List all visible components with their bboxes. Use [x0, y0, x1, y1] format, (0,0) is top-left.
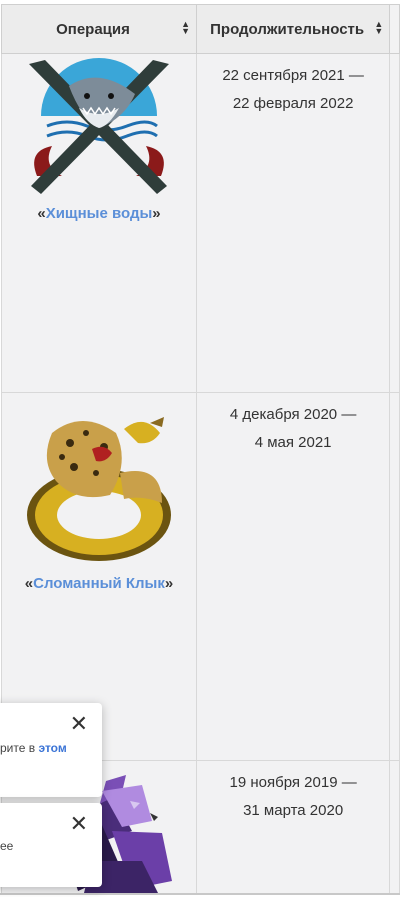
toast-text: ее [0, 839, 14, 853]
extra-cell [389, 392, 400, 761]
toast-message: рите в этом [0, 741, 67, 755]
table-row: «Хищные воды» 22 сентября 2021 — 22 февр… [1, 53, 400, 393]
header-operation-label: Операция [56, 20, 130, 38]
duration-end: 22 февраля 2022 [232, 95, 354, 112]
close-icon[interactable]: ✕ [70, 713, 88, 735]
duration-text: 19 ноября 2019 — 31 марта 2020 [197, 761, 389, 825]
duration-cell: 19 ноября 2019 — 31 марта 2020 [195, 760, 391, 893]
notification-toast[interactable]: ✕ рите в этом [0, 703, 102, 797]
notification-toast[interactable]: ✕ ее [0, 803, 102, 887]
duration-start: 22 сентября 2021 — [222, 67, 364, 84]
duration-start: 4 декабря 2020 — [229, 406, 357, 423]
shark-crossed-knives-emblem-icon [29, 58, 169, 194]
close-icon[interactable]: ✕ [70, 813, 88, 835]
header-duration-label: Продолжительность [210, 20, 365, 38]
duration-start: 19 ноября 2019 — [229, 774, 357, 791]
quote-close: » [164, 575, 174, 592]
header-extra [389, 4, 400, 54]
operation-link[interactable]: Хищные воды [46, 205, 153, 222]
toast-message: ее [0, 839, 13, 853]
sort-icon[interactable]: ▲ ▼ [181, 20, 190, 36]
operation-name: «Хищные воды» [2, 205, 196, 222]
extra-cell [389, 760, 400, 893]
toast-link[interactable]: этом [38, 741, 66, 755]
quote-close: » [152, 205, 161, 222]
duration-end: 31 марта 2020 [243, 802, 344, 819]
sort-icon[interactable]: ▲ ▼ [374, 20, 383, 36]
duration-end: 4 мая 2021 [254, 434, 332, 451]
duration-cell: 22 сентября 2021 — 22 февраля 2022 [195, 53, 391, 393]
operation-cell: «Хищные воды» [1, 53, 197, 393]
operation-name: «Сломанный Клык» [2, 575, 196, 592]
toast-text: рите в [0, 741, 39, 755]
extra-cell [389, 53, 400, 393]
header-operation[interactable]: Операция ▲ ▼ [1, 4, 197, 54]
duration-text: 4 декабря 2020 — 4 мая 2021 [197, 393, 389, 457]
quote-open: « [37, 205, 46, 222]
header-duration[interactable]: Продолжительность ▲ ▼ [195, 4, 391, 54]
duration-cell: 4 декабря 2020 — 4 мая 2021 [195, 392, 391, 761]
operation-link[interactable]: Сломанный Клык [33, 575, 165, 592]
quote-open: « [24, 575, 34, 592]
duration-text: 22 сентября 2021 — 22 февраля 2022 [197, 54, 389, 118]
leopard-snake-emblem-icon [27, 417, 171, 561]
